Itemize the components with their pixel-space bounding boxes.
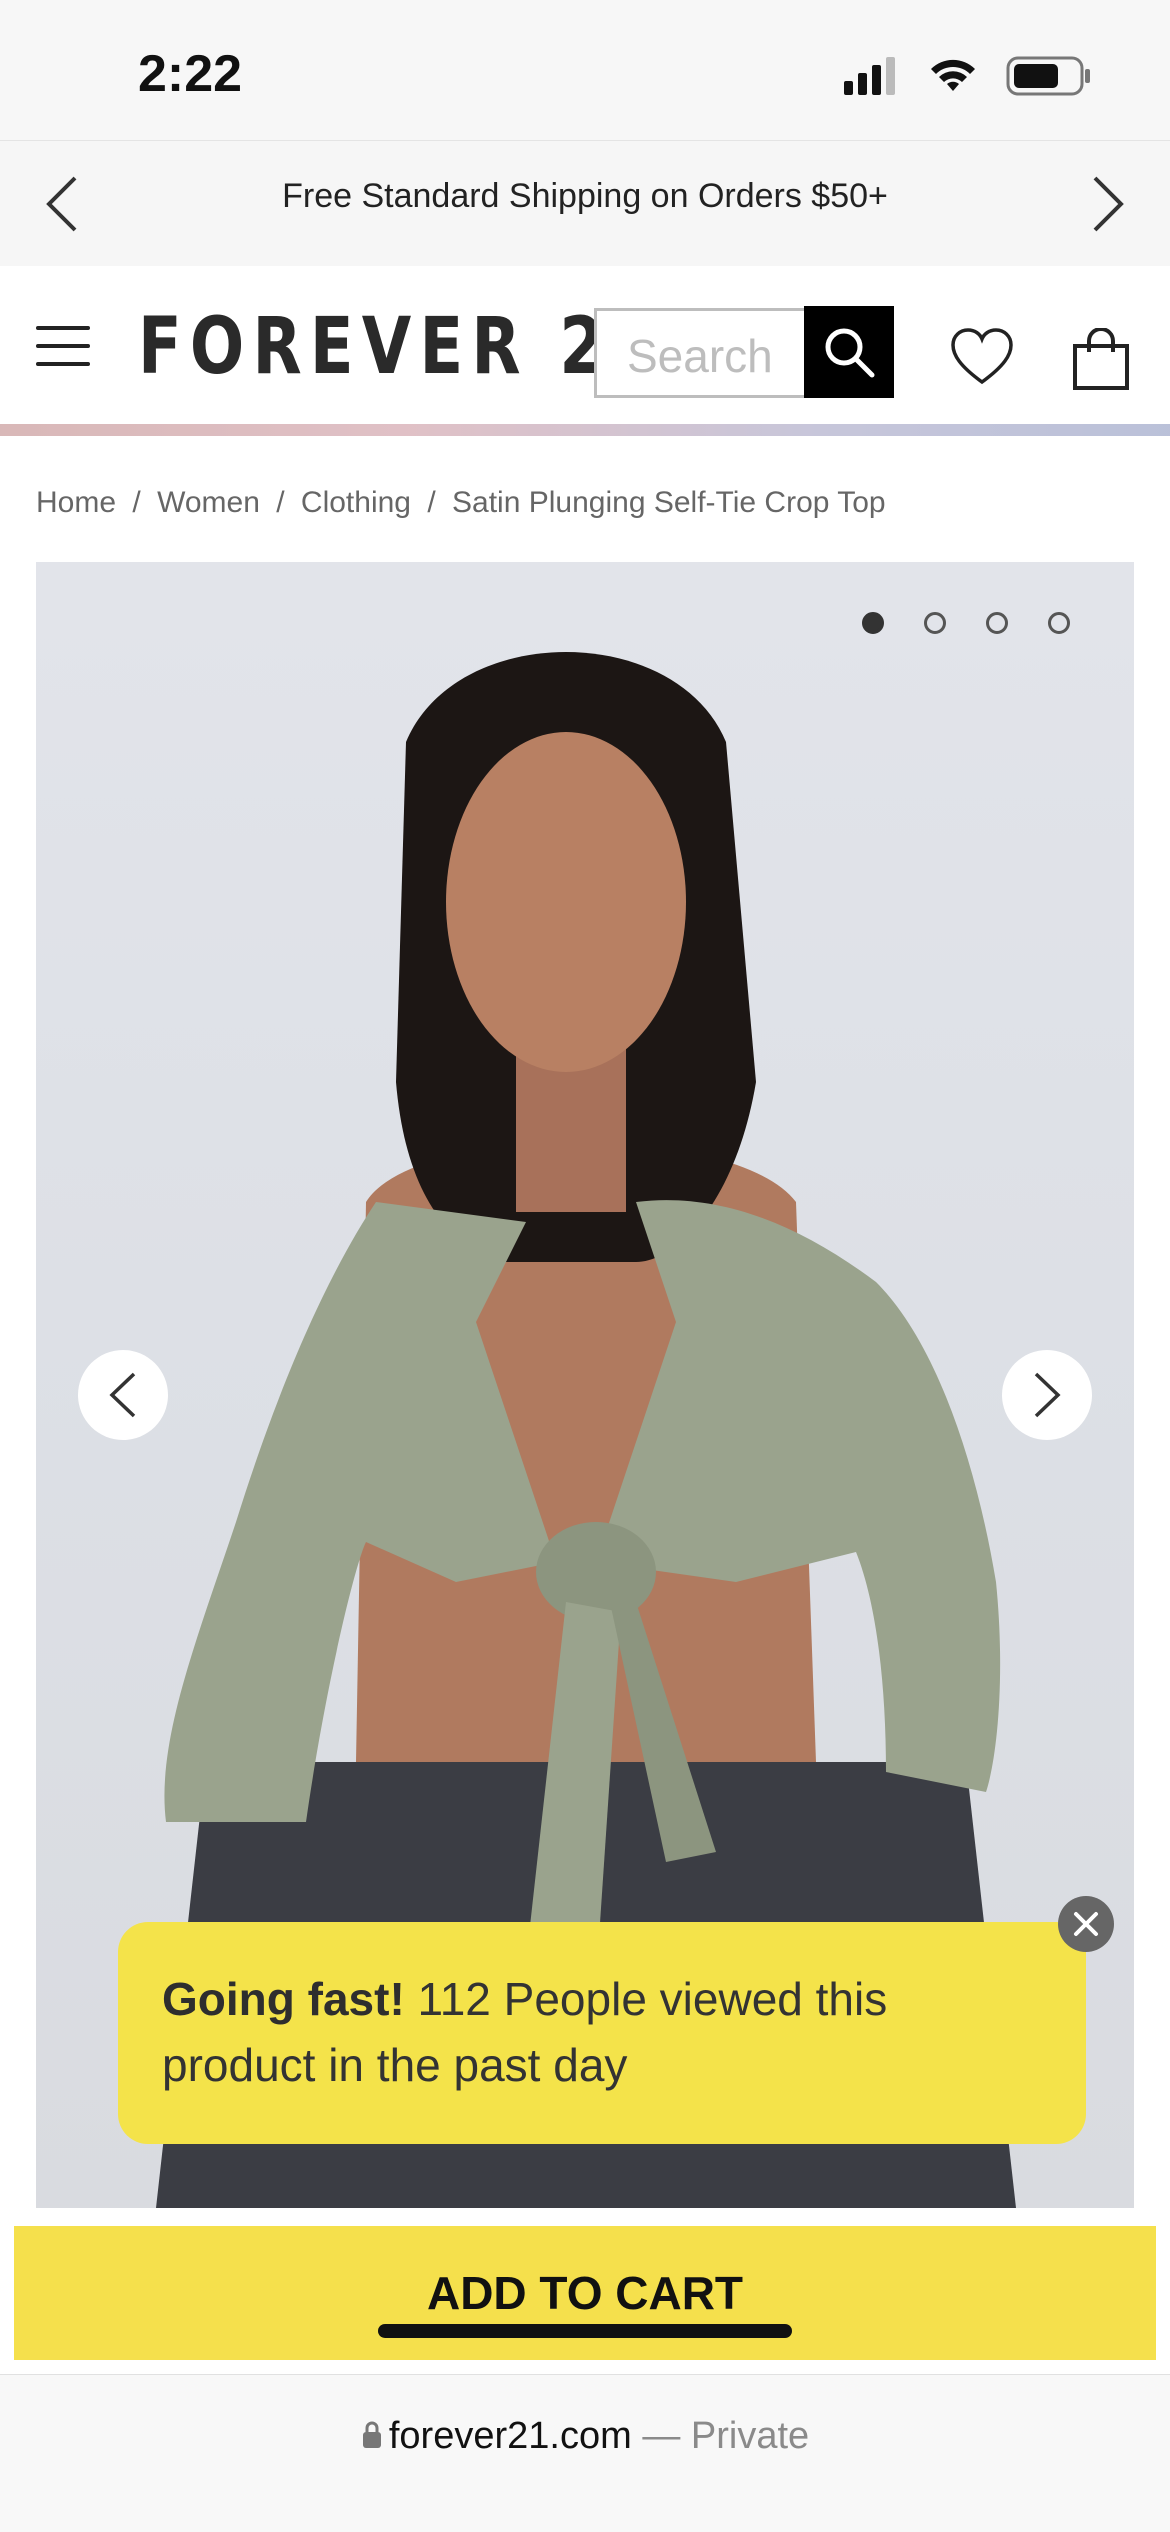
gallery-dot[interactable]	[986, 612, 1008, 634]
breadcrumb-current: Satin Plunging Self-Tie Crop Top	[452, 486, 886, 519]
going-fast-toast: Going fast! 112 People viewed this produ…	[118, 1922, 1086, 2144]
breadcrumb-women[interactable]: Women	[157, 486, 260, 519]
breadcrumb-separator: /	[276, 486, 285, 519]
header-divider	[0, 424, 1170, 436]
breadcrumb-separator: /	[132, 486, 141, 519]
battery-icon	[1006, 56, 1090, 96]
gallery-dot[interactable]	[924, 612, 946, 634]
toast-headline: Going fast!	[162, 1973, 405, 2025]
add-to-cart-button[interactable]: ADD TO CART	[14, 2226, 1156, 2360]
gallery-dot[interactable]	[862, 612, 884, 634]
chevron-right-icon	[1093, 176, 1124, 232]
close-icon	[1074, 1912, 1098, 1936]
url-domain: forever21.com	[388, 2415, 632, 2457]
cellular-signal-icon	[844, 57, 895, 95]
shopping-bag-icon	[1073, 327, 1129, 390]
site-logo[interactable]: FOREVER 21	[138, 302, 665, 392]
status-time: 2:22	[138, 45, 243, 103]
chevron-left-icon	[109, 1372, 136, 1418]
promo-text[interactable]: Free Standard Shipping on Orders $50+	[0, 177, 1170, 216]
wifi-icon	[931, 59, 975, 91]
search-button[interactable]	[804, 306, 894, 398]
private-label: — Private	[642, 2415, 810, 2457]
gallery-next-button[interactable]	[1002, 1350, 1092, 1440]
gallery-prev-button[interactable]	[78, 1350, 168, 1440]
status-bar: 2:22	[0, 0, 1170, 140]
search-icon	[825, 328, 875, 378]
status-icons	[844, 56, 1092, 96]
heart-icon	[951, 328, 1013, 385]
breadcrumb: Home / Women / Clothing / Satin Plunging…	[36, 486, 886, 520]
chevron-right-icon	[1034, 1372, 1061, 1418]
promo-next-button[interactable]	[1078, 171, 1138, 237]
lock-icon	[362, 2421, 381, 2448]
breadcrumb-separator: /	[427, 486, 436, 519]
home-indicator[interactable]	[378, 2324, 792, 2338]
menu-icon-line	[36, 362, 90, 366]
toast-close-button[interactable]	[1058, 1896, 1114, 1952]
menu-icon-line	[36, 344, 90, 348]
search-input[interactable]: Search	[594, 308, 804, 398]
shopping-bag-button[interactable]	[1072, 327, 1130, 395]
gallery-pagination	[862, 612, 1070, 634]
wishlist-button[interactable]	[950, 328, 1014, 391]
gallery-dot[interactable]	[1048, 612, 1070, 634]
url-text[interactable]: forever21.com — Private	[0, 2415, 1170, 2458]
menu-icon-line	[36, 326, 90, 330]
promo-bar: Free Standard Shipping on Orders $50+	[0, 140, 1170, 266]
menu-button[interactable]	[36, 326, 90, 370]
site-header: FOREVER 21 Search	[0, 266, 1170, 426]
breadcrumb-home[interactable]: Home	[36, 486, 116, 519]
breadcrumb-clothing[interactable]: Clothing	[301, 486, 411, 519]
browser-url-bar[interactable]: forever21.com — Private	[0, 2374, 1170, 2532]
